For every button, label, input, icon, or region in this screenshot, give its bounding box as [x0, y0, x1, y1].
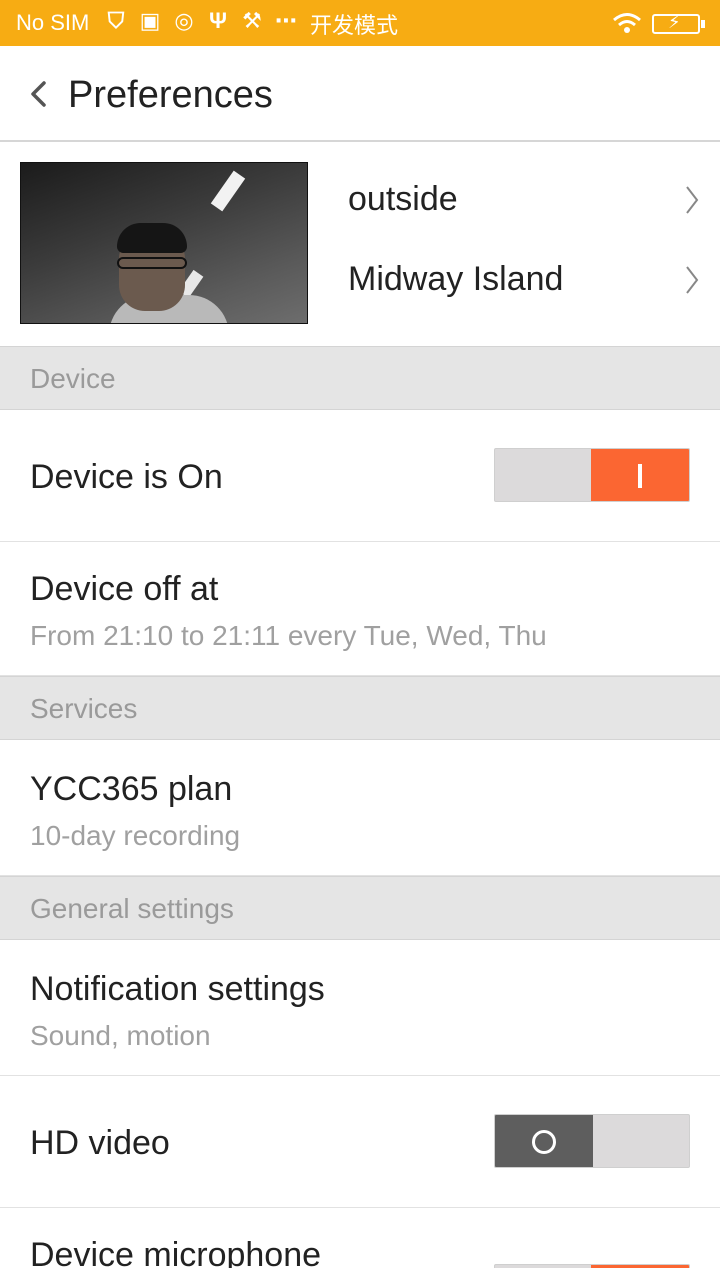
- section-device: Device: [0, 346, 720, 410]
- hd-video-label: HD video: [30, 1124, 170, 1162]
- device-microphone-label: Device microphone: [30, 1236, 322, 1268]
- person-hair: [117, 223, 187, 253]
- device-microphone-toggle[interactable]: [494, 1264, 690, 1268]
- timezone-row[interactable]: Midway Island: [348, 240, 720, 320]
- status-icons: ⛉ ▣ ◎ Ψ ⚒ ⋯: [104, 8, 298, 34]
- notification-settings-detail: Sound, motion: [30, 1020, 211, 1051]
- section-general-label: General settings: [30, 893, 234, 924]
- usb-icon: Ψ: [209, 8, 227, 33]
- section-services-label: Services: [30, 693, 138, 724]
- section-services: Services: [0, 676, 720, 740]
- device-off-at-schedule: From 21:10 to 21:11 every Tue, Wed, Thu: [30, 620, 547, 651]
- device-on-row: Device is On: [0, 410, 720, 542]
- notification-settings-row[interactable]: Notification settings Sound, motion: [0, 940, 720, 1076]
- device-on-label: Device is On: [30, 458, 223, 496]
- notification-settings-label: Notification settings: [30, 970, 325, 1008]
- camera-thumbnail[interactable]: [20, 162, 308, 324]
- camera-name-row[interactable]: outside: [348, 160, 720, 240]
- camera-name: outside: [348, 180, 458, 218]
- tools-icon: ⚒: [242, 8, 262, 33]
- target-icon: ◎: [174, 8, 194, 33]
- dev-mode-label: 开发模式: [310, 14, 399, 39]
- more-icon: ⋯: [275, 8, 297, 33]
- hd-video-row: HD video: [0, 1076, 720, 1208]
- timezone-value: Midway Island: [348, 260, 564, 298]
- photo-icon: ▣: [139, 8, 161, 33]
- page-title: Preferences: [68, 74, 273, 116]
- section-general: General settings: [0, 876, 720, 940]
- section-device-label: Device: [30, 363, 116, 394]
- carrier-label: No SIM: [16, 10, 90, 35]
- hd-video-toggle[interactable]: [494, 1114, 690, 1168]
- back-icon[interactable]: [28, 80, 50, 108]
- status-bar: No SIM ⛉ ▣ ◎ Ψ ⚒ ⋯ 开发模式 ⚡: [0, 0, 720, 46]
- chevron-right-icon: [686, 266, 699, 294]
- wifi-icon: [613, 13, 641, 33]
- toggle-knob: [495, 1115, 593, 1167]
- chevron-right-icon: [686, 186, 699, 214]
- plan-label: YCC365 plan: [30, 770, 233, 808]
- device-microphone-row: Device microphone: [0, 1208, 720, 1268]
- shield-icon: ⛉: [107, 8, 125, 33]
- plan-row[interactable]: YCC365 plan 10-day recording: [0, 740, 720, 876]
- device-off-at-row[interactable]: Device off at From 21:10 to 21:11 every …: [0, 542, 720, 676]
- charging-icon: ⚡: [668, 12, 681, 32]
- toggle-knob: [591, 449, 689, 501]
- device-off-at-label: Device off at: [30, 570, 219, 608]
- battery-icon: ⚡: [652, 12, 705, 34]
- device-power-toggle[interactable]: [494, 448, 690, 502]
- plan-detail: 10-day recording: [30, 820, 241, 851]
- nav-bar: Preferences: [0, 46, 720, 142]
- person-glasses: [117, 257, 187, 269]
- camera-card: outside Midway Island: [0, 142, 720, 346]
